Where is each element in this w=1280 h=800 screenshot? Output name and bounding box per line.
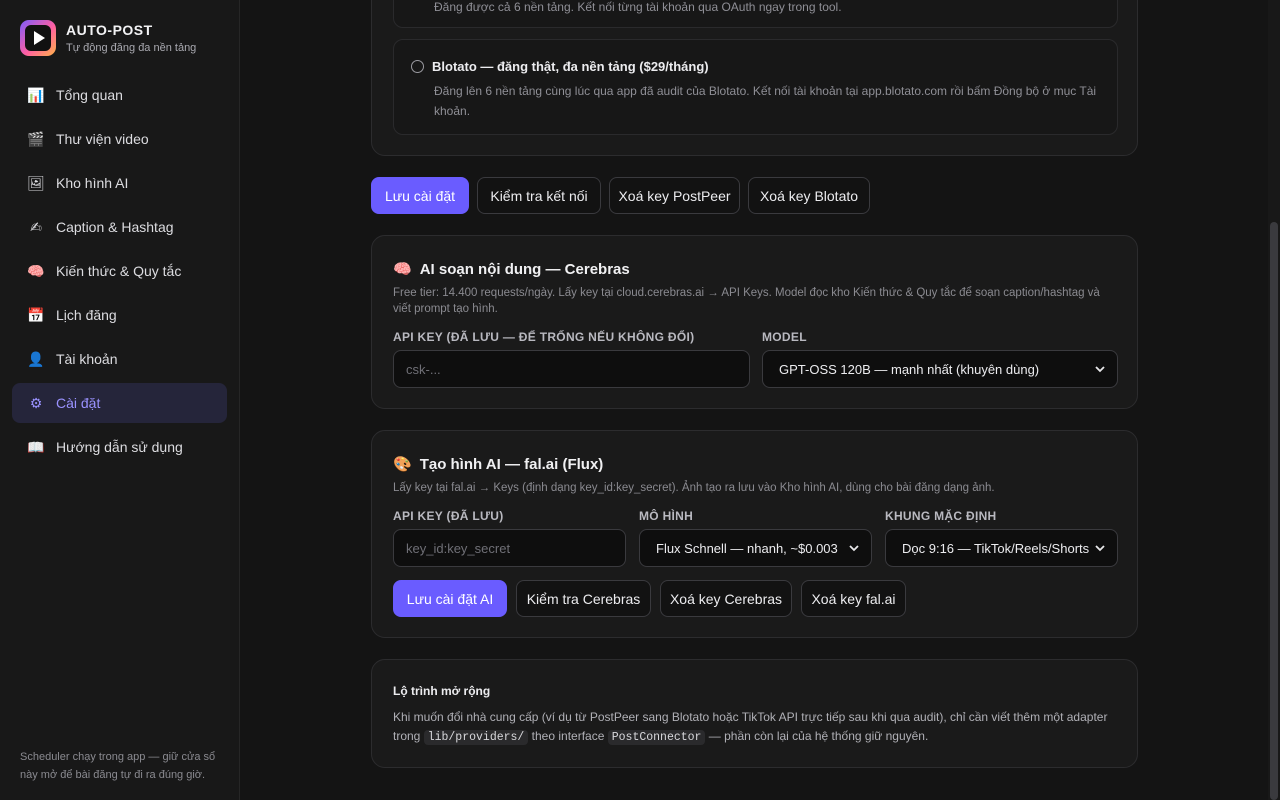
roadmap-text: Khi muốn đổi nhà cung cấp (ví dụ từ Post…	[393, 710, 1108, 745]
code-providers-path: lib/providers/	[423, 730, 529, 745]
sidebar-item-label: Cài đặt	[56, 395, 101, 411]
clapper-icon: 🎬	[27, 130, 45, 147]
default-frame-select[interactable]: Dọc 9:16 — TikTok/Reels/Shorts	[885, 529, 1118, 567]
save-settings-button[interactable]: Lưu cài đặt	[371, 177, 469, 214]
fal-title: 🎨 Tạo hình AI — fal.ai (Flux)	[393, 455, 604, 474]
app-name: AUTO-POST	[66, 22, 153, 38]
radio-button[interactable]	[411, 60, 424, 73]
chevron-down-icon	[1095, 366, 1105, 373]
clear-blotato-key-button[interactable]: Xoá key Blotato	[748, 177, 870, 214]
sidebar-item-label: Lịch đăng	[56, 307, 117, 323]
test-connection-button[interactable]: Kiểm tra kết nối	[477, 177, 601, 214]
gear-icon: ⚙	[29, 394, 43, 411]
frame-label: KHUNG MẶC ĐỊNH	[885, 509, 997, 523]
clear-fal-key-button[interactable]: Xoá key fal.ai	[801, 580, 906, 617]
brand[interactable]: AUTO-POST Tự động đăng đa nền tảng	[20, 20, 196, 56]
sidebar-nav: 📊 Tổng quan 🎬 Thư viện video 🖼 Kho hình AI ✍ Ca…	[12, 75, 227, 471]
api-key-label: API KEY (ĐÃ LƯU — ĐỂ TRỐNG NẾU KHÔNG ĐỔI…	[393, 330, 695, 344]
fal-description: Lấy key tại fal.ai → Keys (định dạng key…	[393, 482, 995, 494]
cerebras-title: 🧠 AI soạn nội dung — Cerebras	[393, 260, 630, 279]
scrollbar-thumb[interactable]	[1270, 222, 1278, 800]
palette-icon: 🎨	[393, 456, 412, 473]
sidebar-item-label: Hướng dẫn sử dụng	[56, 439, 183, 455]
model-label: MODEL	[762, 330, 807, 344]
sidebar-item[interactable]: 📊 Tổng quan	[12, 75, 227, 115]
sidebar-item[interactable]: 👤 Tài khoản	[12, 339, 227, 379]
scheduler-note: Scheduler chạy trong app — giữ cửa sổ nà…	[20, 751, 216, 781]
picture-icon: 🖼	[27, 174, 45, 191]
provider-option-desc: Đăng lên 6 nền tảng cùng lúc qua app đã …	[434, 84, 1097, 118]
clear-postpeer-key-button[interactable]: Xoá key PostPeer	[609, 177, 740, 214]
brain-icon: 🧠	[393, 261, 412, 278]
provider-option-desc: Đăng được cả 6 nền tảng. Kết nối từng tà…	[434, 0, 842, 14]
sidebar-item[interactable]: 📅 Lịch đăng	[12, 295, 227, 335]
sidebar-item[interactable]: 🖼 Kho hình AI	[12, 163, 227, 203]
sidebar-item[interactable]: ⚙ Cài đặt	[12, 383, 227, 423]
test-cerebras-button[interactable]: Kiểm tra Cerebras	[516, 580, 651, 617]
model-label: MÔ HÌNH	[639, 509, 694, 523]
chart-icon: 📊	[27, 86, 45, 103]
sidebar-item-label: Caption & Hashtag	[56, 219, 174, 235]
code-interface-name: PostConnector	[607, 730, 706, 745]
provider-option-blotato[interactable]: Blotato — đăng thật, đa nền tảng ($29/th…	[393, 39, 1118, 135]
provider-card: Đăng được cả 6 nền tảng. Kết nối từng tà…	[371, 0, 1138, 156]
brain-icon: 🧠	[27, 262, 45, 279]
cerebras-api-key-input[interactable]: csk-...	[393, 350, 750, 388]
sidebar-item[interactable]: ✍ Caption & Hashtag	[12, 207, 227, 247]
fal-model-select[interactable]: Flux Schnell — nhanh, ~$0.003	[639, 529, 872, 567]
fal-card: 🎨 Tạo hình AI — fal.ai (Flux) Lấy key tạ…	[371, 430, 1138, 638]
roadmap-title: Lộ trình mở rộng	[393, 684, 491, 698]
save-ai-settings-button[interactable]: Lưu cài đặt AI	[393, 580, 507, 617]
sidebar-item[interactable]: 📖 Hướng dẫn sử dụng	[12, 427, 227, 467]
clear-cerebras-key-button[interactable]: Xoá key Cerebras	[660, 580, 792, 617]
writing-hand-icon: ✍	[30, 218, 42, 235]
sidebar-item-label: Kiến thức & Quy tắc	[56, 263, 182, 279]
sidebar-item-label: Tổng quan	[56, 87, 123, 103]
cerebras-card: 🧠 AI soạn nội dung — Cerebras Free tier:…	[371, 235, 1138, 409]
provider-option-postpeer[interactable]: Đăng được cả 6 nền tảng. Kết nối từng tà…	[393, 0, 1118, 28]
chevron-down-icon	[1095, 545, 1105, 552]
fal-api-key-input[interactable]: key_id:key_secret	[393, 529, 626, 567]
play-logo-icon	[20, 20, 56, 56]
book-icon: 📖	[27, 438, 45, 455]
cerebras-model-select[interactable]: GPT-OSS 120B — mạnh nhất (khuyên dùng)	[762, 350, 1118, 388]
calendar-icon: 📅	[27, 306, 45, 323]
user-icon: 👤	[27, 350, 45, 367]
api-key-label: API KEY (ĐÃ LƯU)	[393, 509, 504, 523]
sidebar-item-label: Kho hình AI	[56, 175, 129, 191]
sidebar-item-label: Thư viện video	[56, 131, 149, 147]
cerebras-description: Free tier: 14.400 requests/ngày. Lấy key…	[393, 287, 1100, 315]
roadmap-card: Lộ trình mở rộng Khi muốn đổi nhà cung c…	[371, 659, 1138, 768]
sidebar-item-label: Tài khoản	[56, 351, 118, 367]
app-window: AUTO-POST Tự động đăng đa nền tảng 📊 Tổng…	[0, 0, 1280, 800]
sidebar: AUTO-POST Tự động đăng đa nền tảng 📊 Tổng…	[0, 0, 240, 800]
sidebar-item[interactable]: 🎬 Thư viện video	[12, 119, 227, 159]
chevron-down-icon	[849, 545, 859, 552]
page-scrollbar[interactable]	[1268, 0, 1280, 800]
app-subtitle: Tự động đăng đa nền tảng	[66, 42, 197, 54]
provider-option-title: Blotato — đăng thật, đa nền tảng ($29/th…	[432, 59, 709, 74]
sidebar-item[interactable]: 🧠 Kiến thức & Quy tắc	[12, 251, 227, 291]
